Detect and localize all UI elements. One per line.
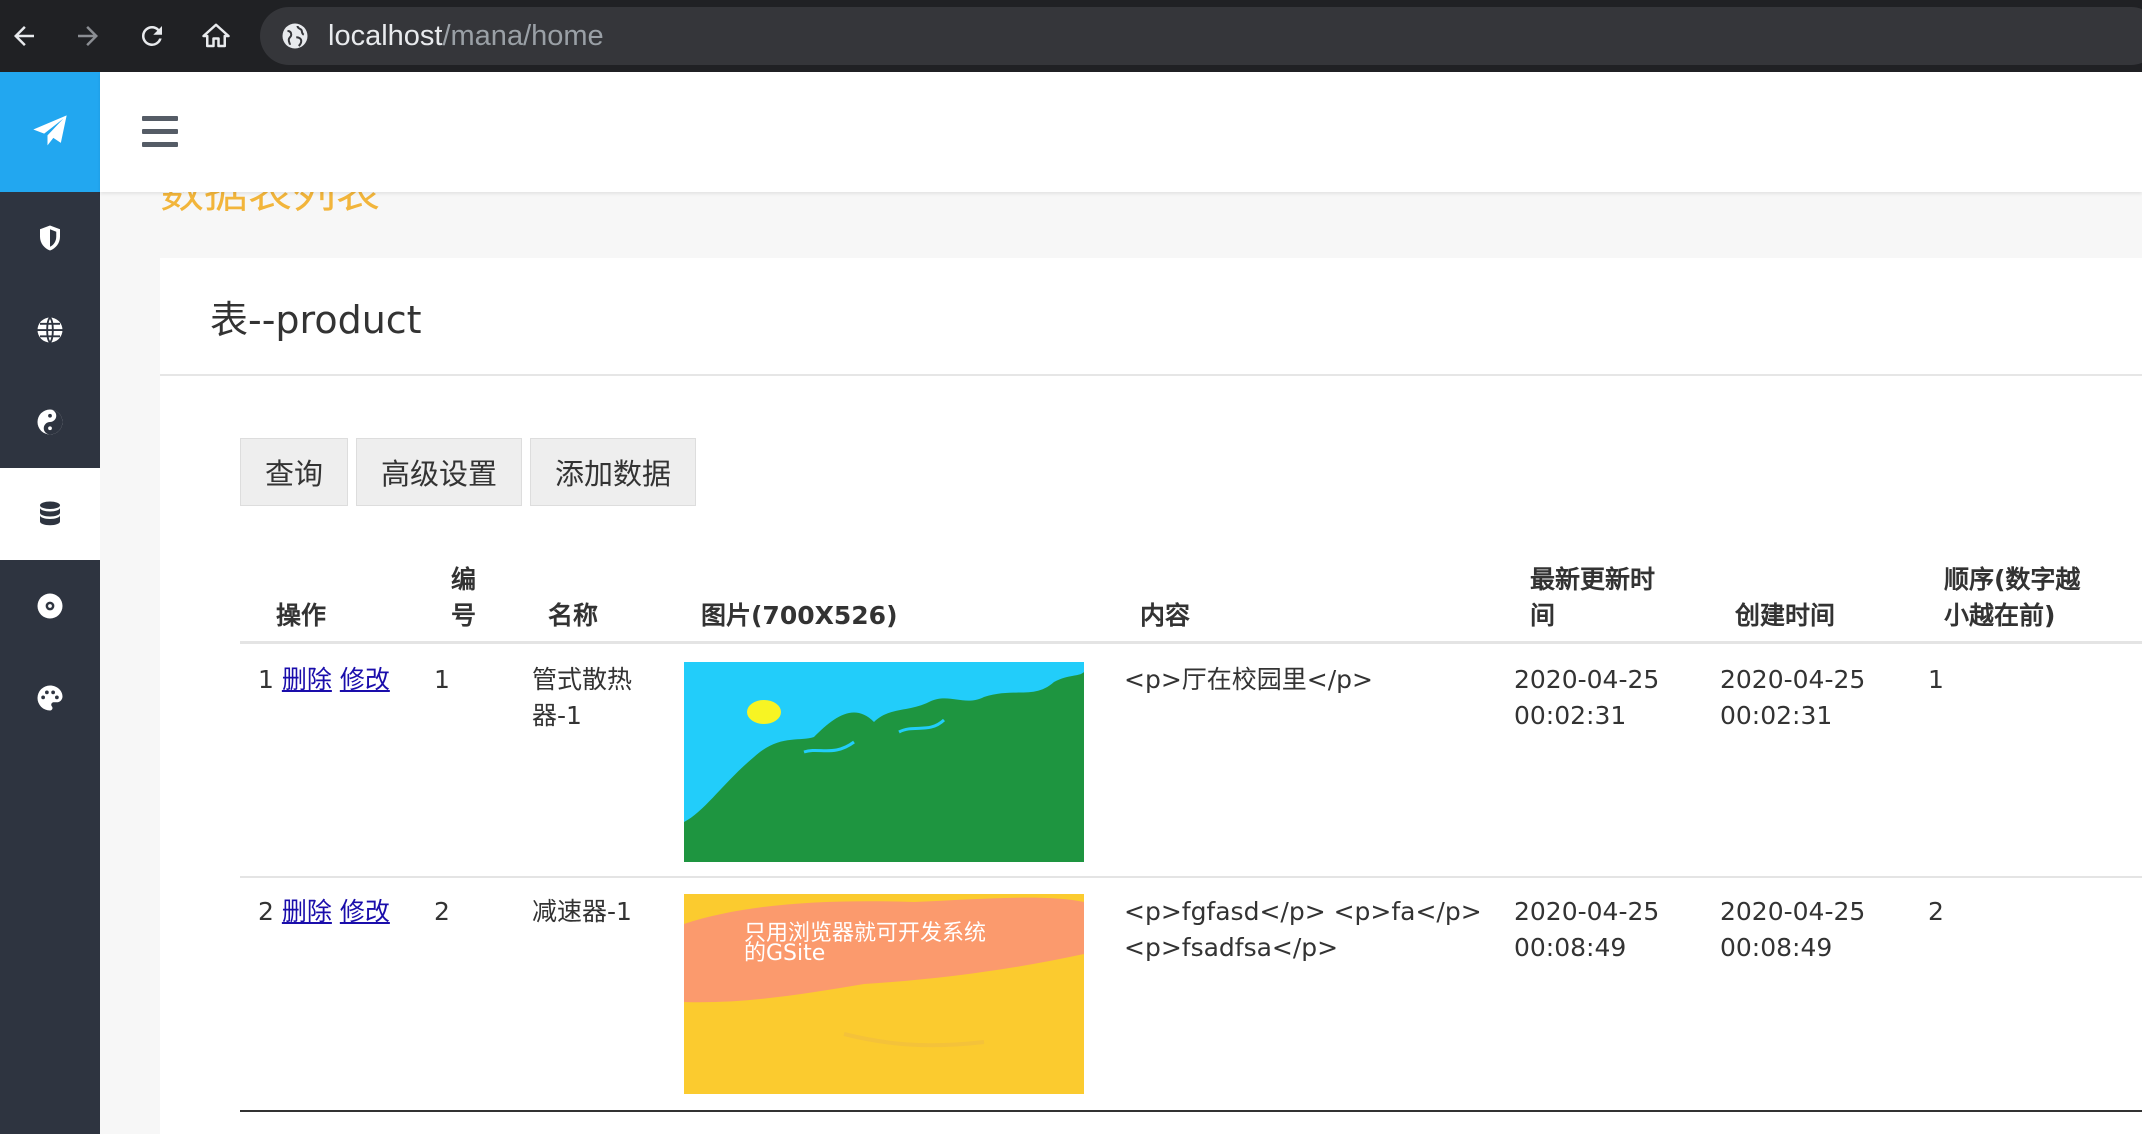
header-id-line2: 号 [451, 601, 477, 630]
row-index: 2 [258, 897, 274, 926]
query-button[interactable]: 查询 [240, 438, 349, 506]
row-actions: 1 删除 修改 [258, 662, 390, 698]
header-op: 操作 [276, 601, 327, 630]
cell-content-line1: <p>fgfasd</p> <p>fa</p> [1124, 897, 1482, 926]
cell-name-line2: 器-1 [532, 701, 582, 730]
edit-link[interactable]: 修改 [340, 665, 390, 694]
image-caption-line2: 的GSite [744, 941, 826, 966]
reload-icon[interactable] [130, 14, 174, 58]
sidebar-item-balance[interactable] [0, 376, 100, 468]
address-bar[interactable]: localhost/mana/home [260, 7, 2142, 65]
home-icon[interactable] [194, 14, 238, 58]
row-actions: 2 删除 修改 [258, 894, 390, 930]
sidebar-item-database[interactable] [0, 468, 100, 560]
sidebar-item-global[interactable] [0, 284, 100, 376]
header-created: 创建时间 [1735, 601, 1836, 630]
header-order-line2: 小越在前) [1944, 601, 2056, 630]
delete-link[interactable]: 删除 [282, 665, 332, 694]
sidebar [0, 72, 100, 1134]
card-header: 表--product [160, 258, 2142, 376]
header-name: 名称 [548, 601, 599, 630]
cell-id: 1 [434, 665, 450, 694]
cell-created-time: 00:02:31 [1720, 701, 1833, 730]
menu-toggle-icon[interactable] [142, 116, 178, 148]
site-info-icon[interactable] [280, 21, 310, 51]
cell-name-line1: 减速器-1 [532, 897, 632, 926]
cell-content-line2: <p>fsadfsa</p> [1124, 933, 1339, 962]
table-row: 2 删除 修改 2 减速器-1 只用浏览器就可开发系统 的GSite <p>fg… [240, 878, 2142, 1112]
header-content: 内容 [1140, 601, 1191, 630]
forward-icon[interactable] [66, 14, 110, 58]
header-updated-line2: 间 [1530, 601, 1556, 630]
toolbar: 查询 高级设置 添加数据 [240, 438, 704, 506]
url-host: localhost [328, 19, 443, 52]
cell-updated-date: 2020-04-25 [1514, 897, 1660, 926]
sidebar-logo[interactable] [0, 72, 100, 192]
url-text: localhost/mana/home [328, 20, 604, 53]
card-title: 表--product [210, 297, 422, 342]
sidebar-item-theme[interactable] [0, 652, 100, 744]
cell-created-date: 2020-04-25 [1720, 665, 1866, 694]
cell-created-date: 2020-04-25 [1720, 897, 1866, 926]
table-row: 1 删除 修改 1 管式散热 器-1 <p>厅在校园里</p> 2020-04-… [240, 644, 2142, 878]
paper-plane-icon [33, 115, 67, 146]
url-path: /mana/home [442, 19, 604, 52]
cell-updated-time: 00:02:31 [1514, 701, 1627, 730]
add-data-button[interactable]: 添加数据 [530, 438, 697, 506]
cell-id: 2 [434, 897, 450, 926]
cell-content-line1: <p>厅在校园里</p> [1124, 665, 1373, 694]
row-index: 1 [258, 665, 274, 694]
table-card: 表--product 查询 高级设置 添加数据 操作 编 号 名称 图片(700… [160, 258, 2142, 1134]
cell-created-time: 00:08:49 [1720, 933, 1833, 962]
header-image: 图片(700X526) [701, 601, 898, 630]
top-header [100, 72, 2142, 192]
product-image: 只用浏览器就可开发系统 的GSite [684, 894, 1084, 1094]
advanced-settings-button[interactable]: 高级设置 [356, 438, 523, 506]
cell-updated-date: 2020-04-25 [1514, 665, 1660, 694]
back-icon[interactable] [2, 14, 46, 58]
database-icon [40, 501, 60, 526]
table-header-row: 操作 编 号 名称 图片(700X526) 内容 最新更新时 间 创建时间 顺序… [240, 548, 2142, 644]
shield-icon [40, 225, 60, 251]
globe-icon [37, 316, 63, 344]
disc-icon [37, 593, 63, 619]
palette-icon [37, 685, 63, 711]
sidebar-item-media[interactable] [0, 560, 100, 652]
cell-order: 2 [1928, 897, 1944, 926]
edit-link[interactable]: 修改 [340, 897, 390, 926]
browser-toolbar: localhost/mana/home [0, 0, 2142, 72]
cell-order: 1 [1928, 665, 1944, 694]
cell-name-line1: 管式散热 [532, 665, 633, 694]
header-id-line1: 编 [451, 565, 477, 594]
sidebar-item-security[interactable] [0, 192, 100, 284]
yin-yang-icon [37, 409, 63, 435]
delete-link[interactable]: 删除 [282, 897, 332, 926]
header-updated-line1: 最新更新时 [1530, 565, 1656, 594]
header-order-line1: 顺序(数字越 [1944, 565, 2081, 594]
product-image [684, 662, 1084, 862]
cell-updated-time: 00:08:49 [1514, 933, 1627, 962]
data-table: 操作 编 号 名称 图片(700X526) 内容 最新更新时 间 创建时间 顺序… [240, 548, 2142, 1112]
